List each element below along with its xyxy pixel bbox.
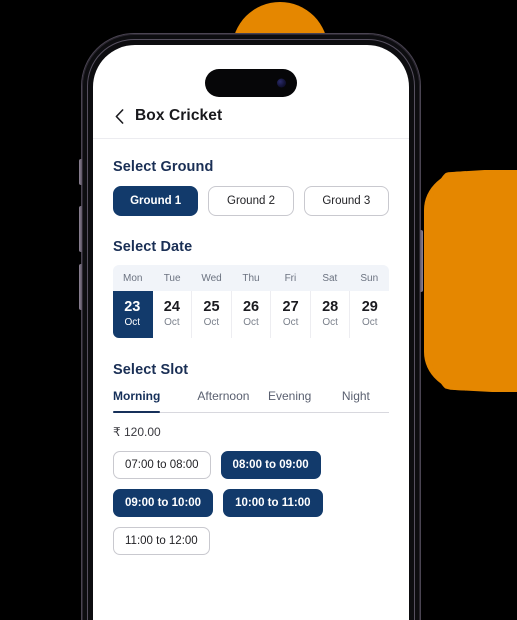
phone-volume-down-button[interactable]: [79, 264, 82, 310]
tab-afternoon[interactable]: Afternoon: [190, 389, 256, 412]
slot-period-tabs: Morning Afternoon Evening Night: [113, 389, 389, 414]
date-month: Oct: [322, 316, 338, 328]
time-slot-grid: 07:00 to 08:00 08:00 to 09:00 09:00 to 1…: [113, 451, 389, 556]
phone-screen: Box Cricket Select Ground Ground 1 Groun…: [93, 45, 409, 620]
date-number: 24: [163, 299, 180, 315]
weekday-fri: Fri: [284, 273, 297, 284]
ground-option-3[interactable]: Ground 3: [303, 186, 389, 216]
date-number: 25: [203, 299, 220, 315]
date-month: Oct: [282, 316, 299, 328]
select-slot-heading: Select Slot: [113, 362, 189, 379]
weekday-header-row: Mon Tue Wed Thu Fri Sat Sun: [113, 265, 389, 291]
weekday-mon: Mon: [122, 273, 143, 284]
decorative-orange-blob: [424, 170, 517, 392]
front-camera-icon: [277, 78, 286, 88]
chevron-left-icon[interactable]: [113, 107, 126, 125]
select-date-heading: Select Date: [113, 239, 193, 255]
weekday-sat: Sat: [322, 273, 338, 284]
date-cell-26[interactable]: 26 Oct: [231, 291, 272, 339]
time-slot-07-08[interactable]: 07:00 to 08:00: [113, 451, 211, 480]
date-month: Oct: [164, 316, 180, 328]
time-slot-09-10[interactable]: 09:00 to 10:00: [113, 489, 214, 518]
tab-morning[interactable]: Morning: [113, 389, 161, 414]
phone-silent-switch[interactable]: [79, 159, 82, 185]
weekday-sun: Sun: [360, 273, 379, 284]
date-number: 23: [124, 299, 141, 315]
date-cell-23[interactable]: 23 Oct: [113, 291, 153, 339]
page-stage: Box Cricket Select Ground Ground 1 Groun…: [0, 0, 517, 620]
page-title: Box Cricket: [135, 107, 223, 124]
ground-options-row: Ground 1 Ground 2 Ground 3: [113, 186, 389, 216]
time-slot-11-12[interactable]: 11:00 to 12:00: [113, 527, 210, 556]
date-cell-29[interactable]: 29 Oct: [350, 291, 389, 339]
ground-option-1[interactable]: Ground 1: [113, 186, 199, 216]
date-month: Oct: [124, 316, 141, 328]
date-number: 29: [361, 299, 378, 315]
time-slot-08-09[interactable]: 08:00 to 09:00: [220, 451, 321, 480]
tab-evening[interactable]: Evening: [257, 389, 323, 412]
date-cell-28[interactable]: 28 Oct: [310, 291, 351, 339]
weekday-thu: Thu: [242, 273, 260, 284]
select-ground-heading: Select Ground: [113, 159, 214, 175]
date-cell-24[interactable]: 24 Oct: [152, 291, 193, 339]
date-picker: Mon Tue Wed Thu Fri Sat Sun 23 Oct 24 Oc…: [113, 265, 389, 339]
date-cell-25[interactable]: 25 Oct: [192, 291, 232, 339]
app-content: Select Ground Ground 1 Ground 2 Ground 3…: [93, 159, 409, 556]
tab-night[interactable]: Night: [323, 389, 389, 412]
slot-price: ₹ 120.00: [113, 425, 161, 440]
ground-option-2[interactable]: Ground 2: [208, 186, 294, 216]
time-slot-10-11[interactable]: 10:00 to 11:00: [223, 489, 323, 518]
date-number: 27: [282, 299, 299, 315]
weekday-tue: Tue: [163, 273, 181, 284]
date-month: Oct: [243, 316, 259, 328]
date-number: 26: [242, 299, 260, 315]
phone-volume-up-button[interactable]: [79, 206, 82, 252]
date-month: Oct: [203, 316, 220, 328]
dynamic-island: [205, 69, 297, 97]
date-number: 28: [322, 299, 339, 315]
weekday-wed: Wed: [201, 273, 222, 284]
date-cell-27[interactable]: 27 Oct: [271, 291, 311, 339]
date-month: Oct: [361, 316, 378, 328]
date-cells-row: 23 Oct 24 Oct 25 Oct 26 Oct 27 Oct 28 Oc…: [113, 291, 389, 339]
phone-power-button[interactable]: [420, 230, 423, 292]
phone-device-frame: Box Cricket Select Ground Ground 1 Groun…: [79, 34, 423, 620]
